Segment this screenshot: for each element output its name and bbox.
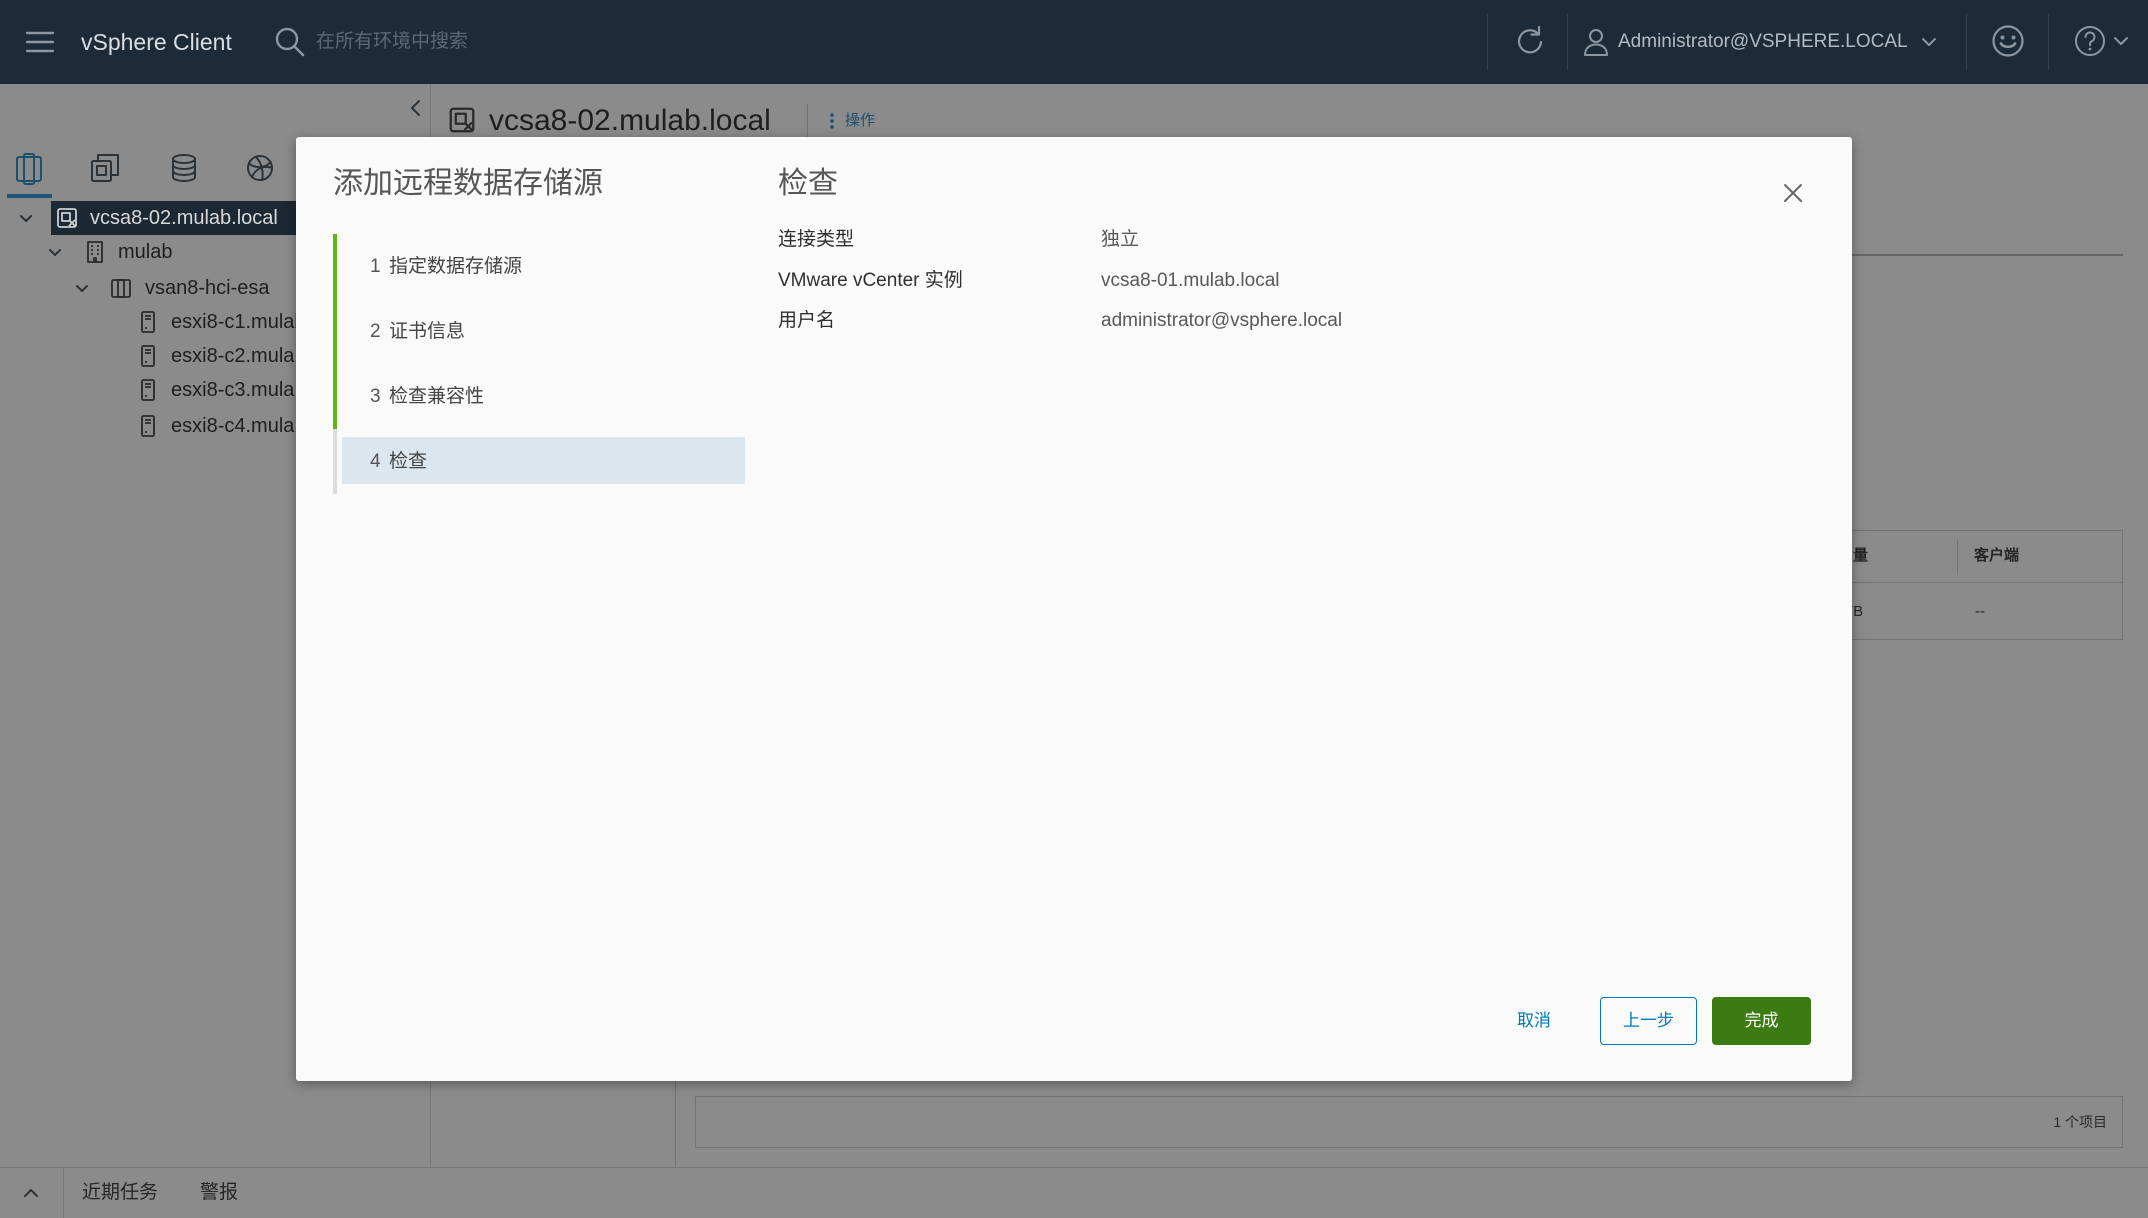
vcenter-icon bbox=[447, 105, 477, 135]
bottom-divider bbox=[63, 1168, 64, 1218]
finish-button[interactable]: 完成 bbox=[1712, 997, 1811, 1045]
step-page-title: 检查 bbox=[778, 167, 838, 200]
add-remote-datastore-wizard: 添加远程数据存储源 1 指定数据存储源 2 证书信息 3 检查兼容性 4 检查 … bbox=[296, 137, 1852, 1081]
review-label: 连接类型 bbox=[778, 229, 855, 250]
panel-divider bbox=[675, 1081, 676, 1167]
review-value: administrator@vsphere.local bbox=[1101, 310, 1343, 331]
actions-label: 操作 bbox=[845, 112, 876, 129]
step-label: 检查 bbox=[389, 451, 428, 472]
wizard-title: 添加远程数据存储源 bbox=[333, 167, 603, 200]
table-footer: 1 个项目 bbox=[695, 1096, 2123, 1148]
review-label: 用户名 bbox=[778, 310, 836, 331]
title-divider bbox=[807, 104, 808, 140]
close-icon[interactable] bbox=[1781, 181, 1805, 205]
wizard-step-current[interactable]: 4 检查 bbox=[333, 429, 745, 494]
back-button[interactable]: 上一步 bbox=[1600, 997, 1697, 1045]
chevron-up-icon[interactable] bbox=[20, 1182, 42, 1204]
step-number: 3 bbox=[370, 386, 381, 407]
wizard-step[interactable]: 2 证书信息 bbox=[333, 299, 745, 364]
kebab-icon bbox=[828, 111, 836, 131]
table-cell: -- bbox=[1975, 603, 1985, 620]
step-label: 指定数据存储源 bbox=[389, 256, 523, 277]
review-label: VMware vCenter 实例 bbox=[778, 270, 963, 291]
step-label: 证书信息 bbox=[389, 321, 466, 342]
wizard-step[interactable]: 3 检查兼容性 bbox=[333, 364, 745, 429]
column-header[interactable]: 客户端 bbox=[1974, 544, 2019, 568]
step-number: 4 bbox=[370, 451, 381, 472]
cancel-button[interactable]: 取消 bbox=[1490, 997, 1578, 1045]
page-title: vcsa8-02.mulab.local bbox=[489, 104, 771, 137]
step-number: 2 bbox=[370, 321, 381, 342]
review-value: vcsa8-01.mulab.local bbox=[1101, 270, 1280, 291]
column-divider[interactable] bbox=[1957, 539, 1958, 575]
recent-tasks-tab[interactable]: 近期任务 bbox=[82, 1181, 158, 1205]
wizard-step[interactable]: 1 指定数据存储源 bbox=[333, 234, 745, 299]
item-count: 1 个项目 bbox=[2053, 1114, 2107, 1130]
column-header[interactable]: 量 bbox=[1853, 544, 1868, 568]
bottom-panel-bar: 近期任务 警报 bbox=[0, 1167, 2148, 1218]
step-label: 检查兼容性 bbox=[389, 386, 485, 407]
review-value: 独立 bbox=[1101, 229, 1140, 250]
step-number: 1 bbox=[370, 256, 381, 277]
alarms-tab[interactable]: 警报 bbox=[200, 1181, 238, 1205]
